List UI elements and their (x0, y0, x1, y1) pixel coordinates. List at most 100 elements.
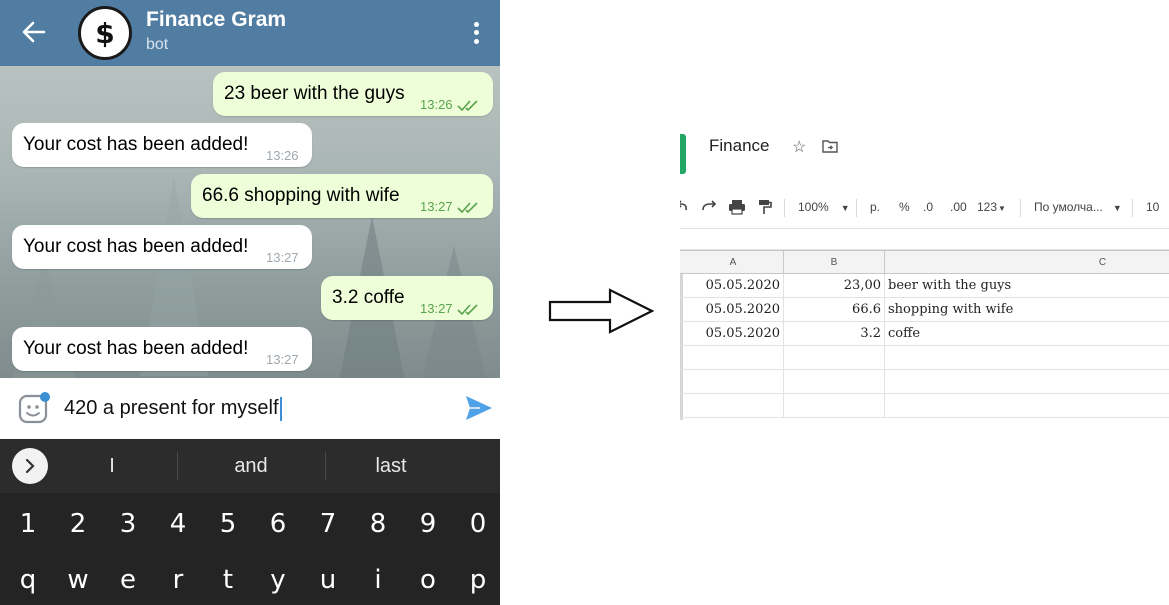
cell-empty[interactable] (683, 346, 784, 369)
suggestion-3[interactable]: last (340, 439, 442, 493)
column-header-c[interactable]: C (885, 251, 1169, 274)
chevron-right-icon (25, 458, 35, 474)
cell-empty[interactable] (784, 346, 885, 369)
message-incoming[interactable]: Your cost has been added! 13:27 (12, 327, 312, 371)
key-3[interactable]: 3 (103, 509, 153, 539)
send-button[interactable] (464, 394, 494, 422)
cell-c1[interactable]: beer with the guys (885, 274, 1169, 297)
key-w[interactable]: w (53, 565, 103, 595)
double-check-icon (456, 100, 478, 112)
key-i[interactable]: i (353, 565, 403, 595)
cell-a2[interactable]: 05.05.2020 (683, 298, 784, 321)
key-9[interactable]: 9 (403, 509, 453, 539)
message-text: Your cost has been added! (23, 236, 249, 257)
star-icon[interactable]: ☆ (792, 137, 806, 157)
key-2[interactable]: 2 (53, 509, 103, 539)
document-title[interactable]: Finance (709, 136, 769, 156)
back-arrow-icon (22, 21, 46, 43)
key-o[interactable]: o (403, 565, 453, 595)
table-row: 05.05.2020 23,00 beer with the guys (680, 274, 1169, 298)
soft-keyboard: I and last 1 2 3 4 5 6 7 8 9 0 q w e r t… (0, 439, 500, 605)
undo-icon[interactable] (680, 199, 690, 215)
suggestion-1[interactable]: I (62, 439, 162, 493)
move-to-folder-icon[interactable] (822, 139, 838, 153)
cell-empty[interactable] (885, 346, 1169, 369)
key-0[interactable]: 0 (453, 509, 500, 539)
cell-b2[interactable]: 66.6 (784, 298, 885, 321)
formula-bar[interactable] (680, 228, 1169, 250)
cell-empty[interactable] (683, 370, 784, 393)
suggestion-2[interactable]: and (190, 439, 312, 493)
keyboard-expand-button[interactable] (12, 448, 48, 484)
message-incoming[interactable]: Your cost has been added! 13:26 (12, 123, 312, 167)
message-input[interactable]: 420 a present for myself (64, 394, 282, 422)
more-options-button[interactable] (464, 16, 488, 50)
number-format-value: 123 (977, 200, 998, 214)
cell-empty[interactable] (784, 394, 885, 417)
key-p[interactable]: p (453, 565, 500, 595)
message-time: 13:27 (420, 199, 453, 214)
sheets-logo[interactable] (680, 134, 686, 174)
cell-a3[interactable]: 05.05.2020 (683, 322, 784, 345)
key-u[interactable]: u (303, 565, 353, 595)
message-time: 13:26 (420, 97, 453, 112)
chat-subtitle: bot (146, 36, 169, 53)
key-6[interactable]: 6 (253, 509, 303, 539)
currency-format-button[interactable]: р. (870, 192, 880, 222)
font-value: По умолча... (1034, 200, 1103, 214)
message-incoming[interactable]: Your cost has been added! 13:27 (12, 225, 312, 269)
key-8[interactable]: 8 (353, 509, 403, 539)
percent-format-button[interactable]: % (899, 192, 910, 222)
chat-history[interactable]: 23 beer with the guys 13:26 Your cost ha… (0, 66, 500, 378)
key-5[interactable]: 5 (203, 509, 253, 539)
key-4[interactable]: 4 (153, 509, 203, 539)
key-7[interactable]: 7 (303, 509, 353, 539)
column-header-a[interactable]: A (683, 251, 784, 274)
cell-empty[interactable] (784, 370, 885, 393)
cell-c2[interactable]: shopping with wife (885, 298, 1169, 321)
key-y[interactable]: y (253, 565, 303, 595)
cell-c3[interactable]: coffe (885, 322, 1169, 345)
table-row: 05.05.2020 66.6 shopping with wife (680, 298, 1169, 322)
key-1[interactable]: 1 (3, 509, 53, 539)
cell-empty[interactable] (885, 394, 1169, 417)
print-icon[interactable] (728, 199, 746, 215)
cell-b3[interactable]: 3.2 (784, 322, 885, 345)
font-size-select[interactable]: 10 (1146, 192, 1159, 222)
message-outgoing[interactable]: 66.6 shopping with wife 13:27 (191, 174, 493, 218)
cell-empty[interactable] (885, 370, 1169, 393)
right-arrow-icon (548, 288, 655, 334)
zoom-select[interactable]: 100% ▼ (798, 192, 850, 222)
cell-empty[interactable] (683, 394, 784, 417)
composite-screenshot: $ Finance Gram bot 23 beer with the guys… (0, 0, 1169, 605)
message-time: 13:27 (266, 250, 299, 265)
bot-avatar[interactable]: $ (78, 6, 132, 60)
message-text: Your cost has been added! (23, 134, 249, 155)
double-check-icon (456, 202, 478, 214)
message-outgoing[interactable]: 23 beer with the guys 13:26 (213, 72, 493, 116)
message-outgoing[interactable]: 3.2 coffe 13:27 (321, 276, 493, 320)
cell-b1[interactable]: 23,00 (784, 274, 885, 297)
key-e[interactable]: e (103, 565, 153, 595)
zoom-value: 100% (798, 200, 829, 214)
increase-decimals-button[interactable]: .00 (950, 192, 967, 222)
key-t[interactable]: t (203, 565, 253, 595)
cell-a1[interactable]: 05.05.2020 (683, 274, 784, 297)
message-text: 66.6 shopping with wife (202, 185, 400, 206)
key-q[interactable]: q (3, 565, 53, 595)
back-button[interactable] (14, 14, 54, 50)
caret-down-icon: ▼ (998, 204, 1006, 213)
key-r[interactable]: r (153, 565, 203, 595)
table-row (680, 346, 1169, 370)
paint-format-icon[interactable] (758, 199, 772, 215)
redo-icon[interactable] (700, 199, 718, 215)
number-format-select[interactable]: 123▼ (977, 192, 1006, 222)
font-select[interactable]: По умолча... ▼ (1034, 192, 1122, 222)
sticker-button[interactable] (18, 392, 50, 424)
sticker-icon (18, 392, 50, 424)
column-header-b[interactable]: B (784, 251, 885, 274)
chat-title[interactable]: Finance Gram (146, 8, 286, 32)
decrease-decimals-button[interactable]: .0 (923, 192, 933, 222)
table-row (680, 394, 1169, 418)
message-text: 3.2 coffe (332, 287, 405, 308)
